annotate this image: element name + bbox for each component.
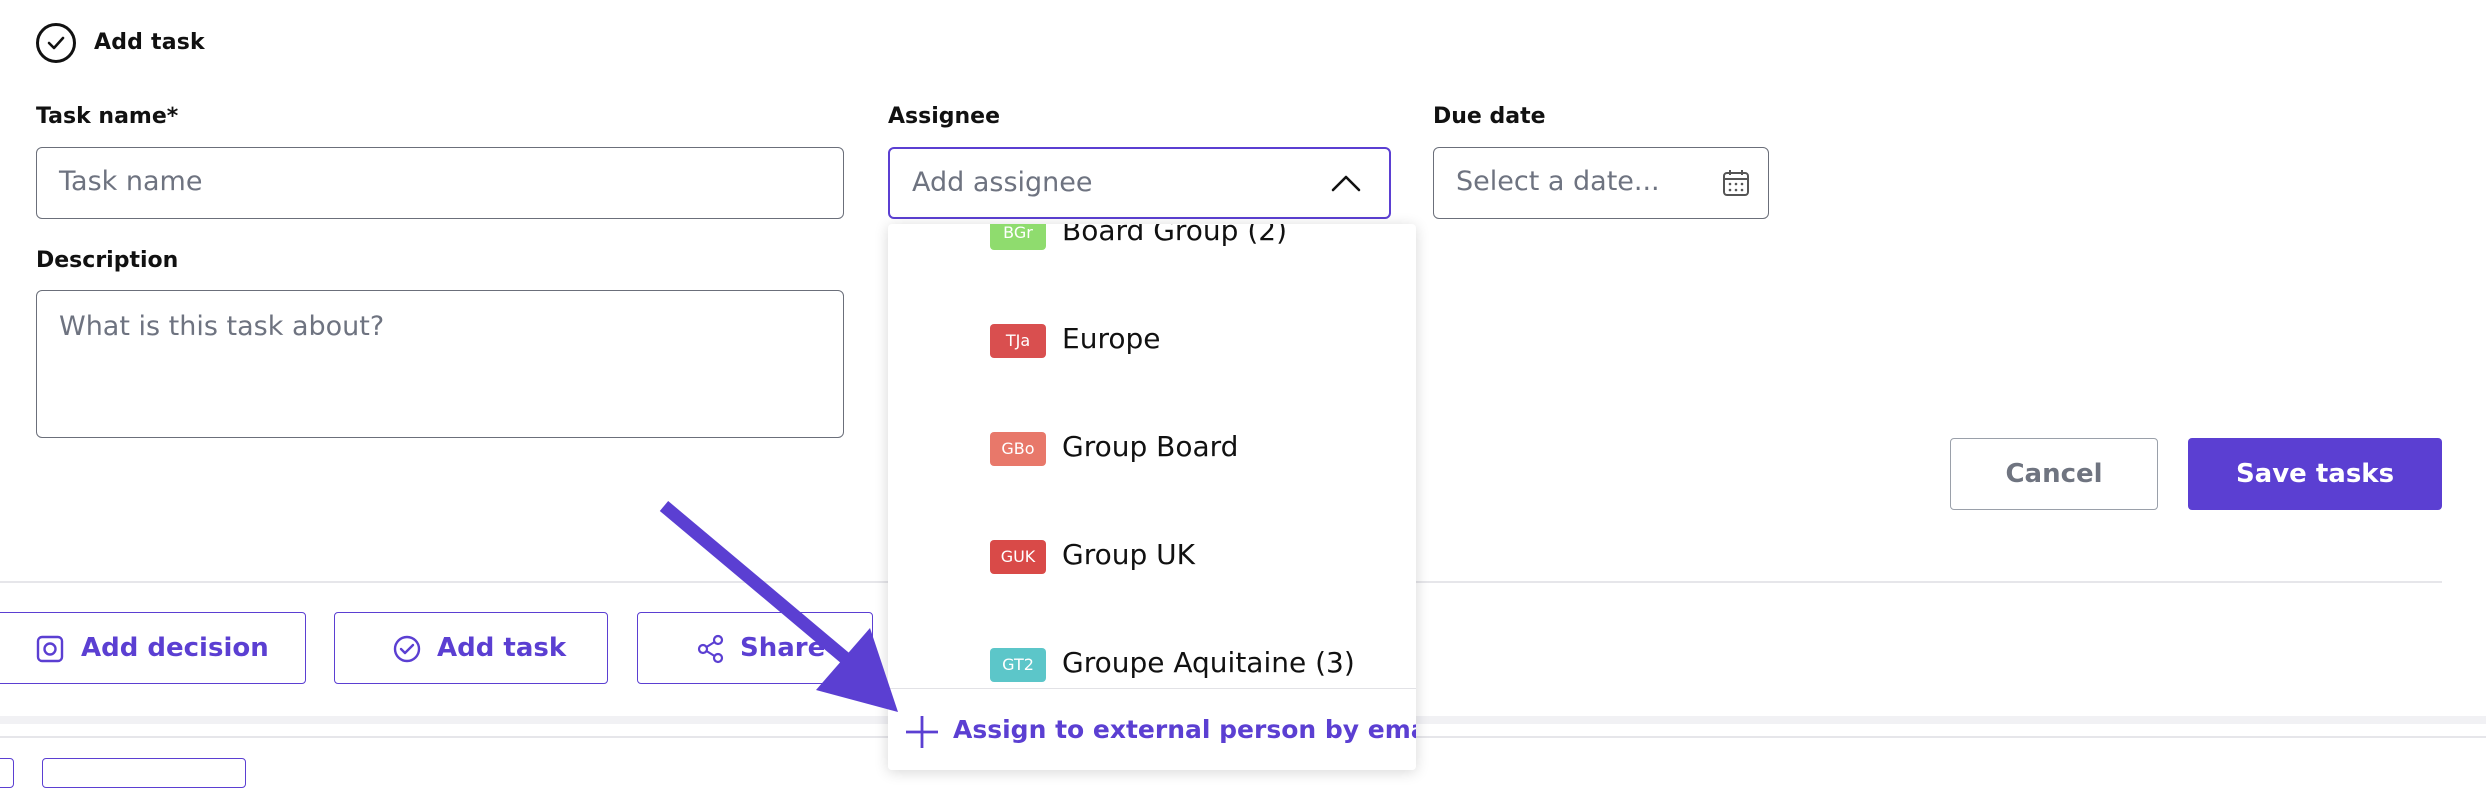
option-badge: GUK (990, 540, 1046, 574)
check-circle-icon (393, 635, 421, 663)
cancel-button[interactable]: Cancel (1950, 438, 2158, 510)
dropdown-option[interactable]: GT2 Groupe Aquitaine (3) (960, 646, 1416, 688)
option-label: Group UK (1062, 538, 1195, 571)
page-title: Add task (94, 30, 205, 55)
dropdown-option[interactable]: TJa Europe (960, 322, 1416, 388)
check-circle-icon (36, 23, 76, 63)
dropdown-option[interactable]: BGr Board Group (2) (960, 224, 1416, 280)
add-task-label: Add task (437, 633, 567, 663)
assignee-placeholder: Add assignee (912, 167, 1093, 198)
assign-external-email-label: Assign to external person by email (953, 715, 1416, 744)
option-badge: BGr (990, 224, 1046, 250)
due-date-placeholder: Select a date... (1456, 166, 1660, 197)
assign-external-email-button[interactable]: Assign to external person by email (888, 688, 1416, 770)
task-name-placeholder: Task name (59, 166, 203, 197)
dropdown-option[interactable]: GUK Group UK (960, 538, 1416, 604)
option-badge: GT2 (990, 648, 1046, 682)
due-date-input[interactable]: Select a date... (1433, 147, 1769, 219)
add-task-button[interactable]: Add task (334, 612, 608, 684)
option-label: Groupe Aquitaine (3) (1062, 646, 1355, 679)
annotation-arrow-icon (659, 501, 898, 712)
chevron-up-icon[interactable] (1331, 173, 1361, 193)
assignee-label: Assignee (888, 104, 1001, 129)
task-name-label: Task name* (36, 104, 179, 129)
option-label: Europe (1062, 322, 1161, 355)
option-label: Group Board (1062, 430, 1239, 463)
add-decision-button[interactable]: Add decision (0, 612, 306, 684)
option-badge: TJa (990, 324, 1046, 358)
calendar-icon[interactable] (1721, 168, 1751, 198)
assignee-select[interactable]: Add assignee (888, 147, 1391, 219)
description-textarea[interactable]: What is this task about? (36, 290, 844, 438)
task-name-input[interactable]: Task name (36, 147, 844, 219)
add-decision-label: Add decision (81, 633, 269, 663)
due-date-label: Due date (1433, 104, 1546, 129)
assignee-dropdown[interactable]: BGr Board Group (2) TJa Europe GBo Group… (888, 224, 1416, 770)
partial-button[interactable] (0, 758, 14, 788)
option-label: Board Group (2) (1062, 224, 1287, 247)
partial-button[interactable] (42, 758, 246, 788)
save-tasks-button[interactable]: Save tasks (2188, 438, 2442, 510)
option-badge: GBo (990, 432, 1046, 466)
description-label: Description (36, 248, 179, 273)
description-placeholder: What is this task about? (59, 311, 385, 342)
dropdown-option[interactable]: GBo Group Board (960, 430, 1416, 496)
decision-icon (36, 635, 64, 663)
